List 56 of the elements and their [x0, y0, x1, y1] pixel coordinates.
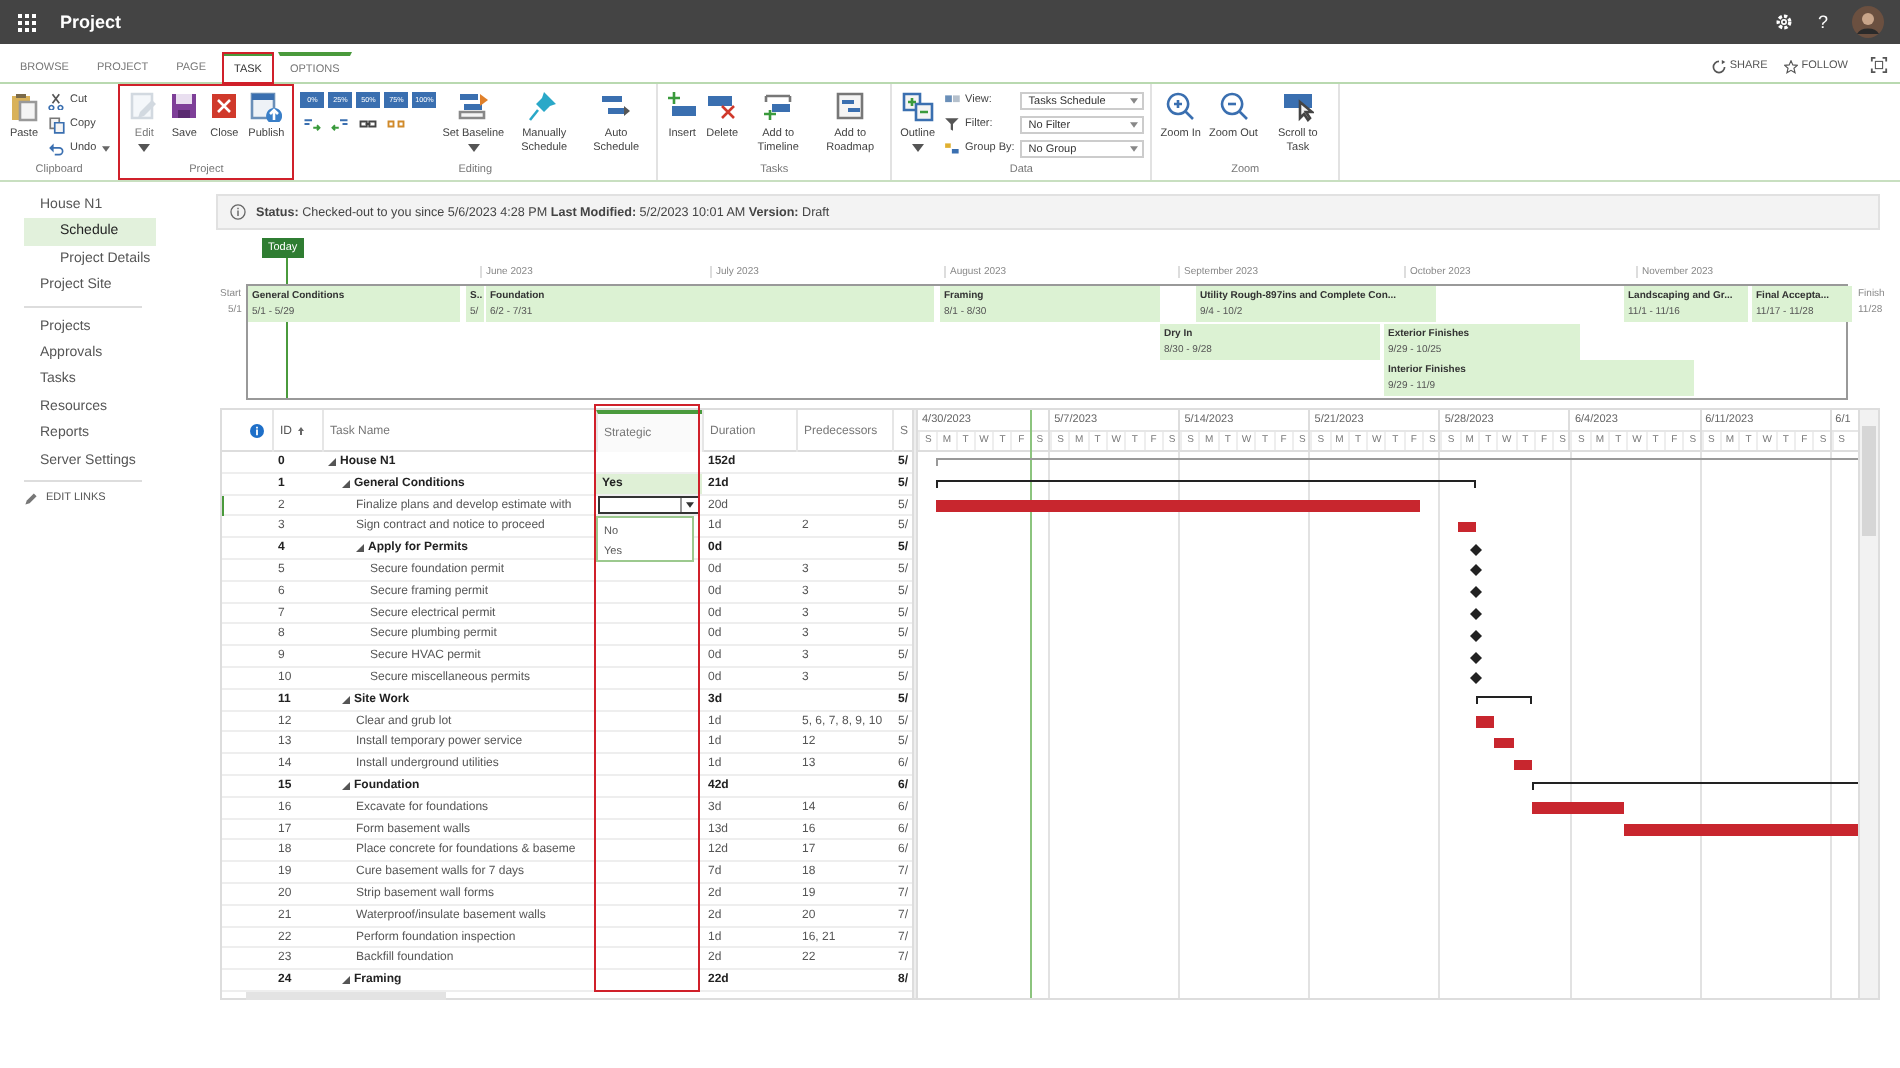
roadmap-icon [834, 90, 867, 122]
summary-bar[interactable] [1476, 695, 1532, 704]
zoom-in-icon [1164, 90, 1197, 122]
sync-icon [1711, 59, 1726, 73]
upload-document-icon [250, 90, 283, 122]
cursor-bar-icon [1281, 90, 1314, 122]
caret-icon [686, 501, 694, 508]
help-button[interactable]: ? [1817, 12, 1828, 32]
sort-arrow-icon [298, 426, 304, 436]
app-title: Project [60, 12, 122, 32]
delete-bar-icon [706, 90, 739, 122]
caret-icon [911, 143, 924, 152]
task-bar[interactable] [1476, 716, 1495, 728]
pencil-icon [24, 491, 38, 506]
caret-icon [467, 143, 480, 152]
clipboard-icon [8, 90, 40, 122]
outline-icon [901, 90, 934, 122]
info-icon [230, 204, 246, 220]
collapse-arrow-icon[interactable] [342, 781, 350, 790]
summary-bar[interactable] [936, 479, 1476, 488]
pencil-document-icon [128, 90, 161, 122]
group-icon [943, 139, 962, 157]
right-arrow-icon [302, 113, 323, 133]
close-icon [208, 90, 241, 122]
copy-icon [48, 115, 66, 133]
avatar-icon[interactable] [1852, 6, 1884, 38]
task-bar[interactable] [1457, 521, 1476, 533]
task-bar[interactable] [1531, 802, 1625, 814]
caret-icon [138, 143, 151, 152]
caret-icon [1130, 98, 1139, 104]
undo-icon [48, 139, 66, 157]
vertical-scrollbar[interactable] [1858, 410, 1878, 998]
caret-icon [1130, 146, 1139, 152]
pushpin-icon [528, 90, 561, 122]
plus-bar-icon [666, 90, 699, 122]
star-icon [1783, 59, 1798, 73]
task-bar[interactable] [1513, 759, 1532, 771]
arrow-bars-icon [600, 90, 633, 122]
collapse-arrow-icon[interactable] [328, 458, 336, 466]
collapse-arrow-icon[interactable] [342, 695, 350, 704]
scissors-icon [48, 91, 66, 109]
filter-icon [943, 115, 962, 133]
collapse-arrow-icon[interactable] [356, 544, 364, 553]
left-arrow-icon [330, 113, 351, 133]
zoom-out-icon [1217, 90, 1250, 122]
fullscreen-icon[interactable] [1870, 56, 1888, 74]
info-icon [250, 424, 264, 438]
caret-icon [102, 145, 111, 151]
settings-icon[interactable] [1773, 12, 1794, 32]
app-launcher-icon[interactable] [18, 13, 36, 31]
timeline-icon [762, 90, 795, 122]
collapse-arrow-icon[interactable] [342, 479, 350, 488]
gantt-bars-icon [457, 90, 490, 122]
collapse-arrow-icon[interactable] [342, 976, 350, 985]
caret-icon [1130, 122, 1139, 128]
task-bar[interactable] [1494, 737, 1514, 749]
